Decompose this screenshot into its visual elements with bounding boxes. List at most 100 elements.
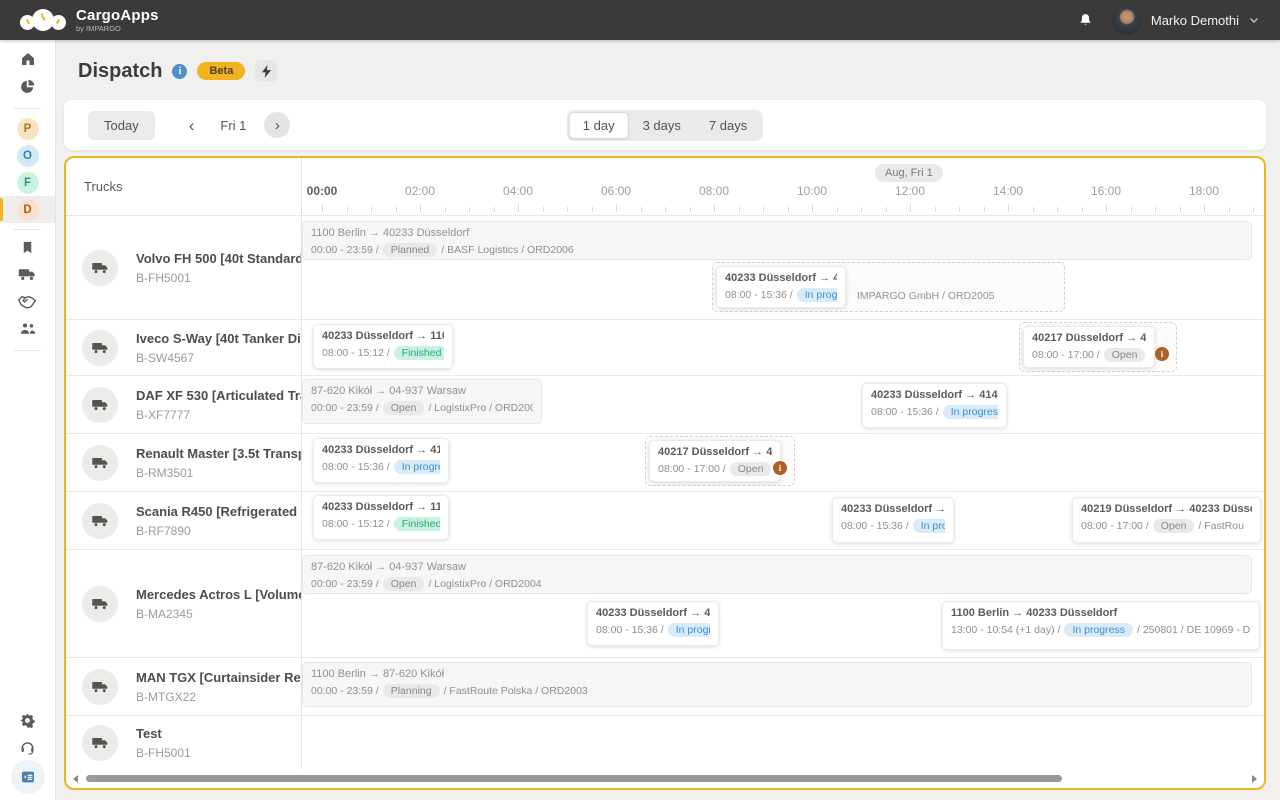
today-button[interactable]: Today — [88, 111, 155, 140]
order-card[interactable]: 87-620 Kikół → 04-937 Warsaw00:00 - 23:5… — [302, 379, 542, 424]
row-timeline: 40233 Düsseldorf → 110008:00 - 15:12 /Fi… — [302, 320, 1264, 375]
order-card[interactable]: 40217 Düsseldorf → 4022708:00 - 17:00 /O… — [649, 440, 781, 482]
sidebar-app-d[interactable]: D — [0, 196, 55, 223]
truck-row: MAN TGX [Curtainsider Regional]B-MTGX221… — [66, 657, 1264, 715]
bell-icon — [1077, 12, 1094, 29]
order-card[interactable]: 40233 Düsseldorf → 4146008:00 - 15:36 /I… — [313, 438, 449, 483]
route-label: 40219 Düsseldorf → 40233 Düsse — [1081, 503, 1252, 515]
sidebar: POFD — [0, 40, 56, 800]
scroll-right-arrow[interactable] — [1252, 775, 1257, 783]
row-timeline — [302, 716, 1264, 769]
sidebar-item-home[interactable] — [0, 48, 55, 75]
truck-icon — [82, 503, 118, 539]
truck-cell[interactable]: DAF XF 530 [Articulated Train LHVB-XF777… — [66, 376, 302, 433]
home-icon — [19, 50, 37, 73]
sidebar-item-team[interactable] — [0, 317, 55, 344]
sidebar-item-settings[interactable] — [0, 709, 55, 736]
status-badge: Open — [730, 462, 772, 476]
cargoapps-logo-icon[interactable] — [20, 6, 66, 34]
route-label: 1100 Berlin → 40233 Düsseldorf — [311, 227, 1243, 239]
sidebar-app-f[interactable]: F — [0, 169, 55, 196]
status-badge: Finished — [394, 517, 440, 531]
order-card[interactable]: 40233 Düsseldorf → 4146008:00 - 15:36 /I… — [862, 383, 1007, 428]
tour-card[interactable]: 40217 Düsseldorf → 40227 08:00 - 17:00 /O… — [1019, 322, 1177, 372]
order-card[interactable]: 40233 Düsseldorf → 4146008:00 - 15:36 /I… — [716, 266, 846, 308]
sidebar-item-support[interactable] — [0, 736, 55, 763]
schedule-label: 08:00 - 15:36 /In progress — [322, 460, 440, 474]
route-label: 40217 Düsseldorf → 40227 — [1032, 332, 1146, 344]
truck-cell[interactable]: Renault Master [3.5t TransporterB-RM3501 — [66, 434, 302, 491]
order-card[interactable]: 40233 Düsseldorf → 4146008:00 - 15:36 /I… — [832, 497, 954, 543]
schedule-label: 13:00 - 10:54 (+1 day) /In progress/ 250… — [951, 623, 1251, 637]
news-icon — [11, 760, 45, 794]
view-7-days[interactable]: 7 days — [695, 112, 761, 139]
info-icon[interactable]: i — [172, 64, 187, 79]
order-card[interactable]: 40217 Düsseldorf → 40227 08:00 - 17:00 /O… — [1023, 326, 1155, 368]
truck-name: Mercedes Actros L [Volume Haul] — [136, 587, 301, 602]
hour-label: 14:00 — [993, 184, 1023, 198]
status-badge: In progress — [1064, 623, 1133, 637]
truck-name: Scania R450 [Refrigerated Distrib — [136, 504, 301, 519]
truck-cell[interactable]: MAN TGX [Curtainsider Regional]B-MTGX22 — [66, 658, 302, 715]
tour-card[interactable]: 40233 Düsseldorf → 4146008:00 - 15:36 /I… — [712, 262, 1065, 312]
status-badge: Open — [1104, 348, 1146, 362]
next-day-button[interactable]: › — [264, 112, 290, 138]
truck-plate: B-RM3501 — [136, 466, 301, 480]
view-3-days[interactable]: 3 days — [629, 112, 695, 139]
view-switcher: 1 day3 days7 days — [567, 110, 763, 141]
prev-day-button[interactable]: ‹ — [189, 117, 195, 134]
tour-card[interactable]: 40217 Düsseldorf → 4022708:00 - 17:00 /O… — [645, 436, 795, 486]
user-menu[interactable]: Marko Demothi — [1112, 5, 1260, 35]
sidebar-item-bookmark[interactable] — [0, 236, 55, 263]
sidebar-item-news[interactable] — [0, 763, 55, 790]
beta-badge: Beta — [197, 62, 245, 80]
scroll-left-arrow[interactable] — [73, 775, 78, 783]
truck-cell[interactable]: Scania R450 [Refrigerated DistribB-RF789… — [66, 492, 302, 549]
schedule-label: 08:00 - 17:00 /Open/ Fa — [658, 462, 772, 476]
truck-icon — [82, 330, 118, 366]
warning-info-icon[interactable]: i — [1155, 347, 1169, 361]
order-card[interactable]: 1100 Berlin → 40233 Düsseldorf13:00 - 10… — [942, 601, 1260, 650]
order-card[interactable]: 1100 Berlin → 40233 Düsseldorf 00:00 - 23… — [302, 221, 1252, 260]
status-badge: Finished — [394, 346, 444, 360]
view-1-day[interactable]: 1 day — [569, 112, 629, 139]
truck-row: Scania R450 [Refrigerated DistribB-RF789… — [66, 491, 1264, 549]
warning-info-icon[interactable]: i — [773, 461, 787, 475]
team-icon — [19, 321, 37, 341]
time-range: 00:00 - 23:59 / — [311, 685, 379, 697]
truck-cell[interactable]: Mercedes Actros L [Volume Haul] B-MA2345 — [66, 550, 302, 657]
sidebar-app-o[interactable]: O — [0, 142, 55, 169]
scrollbar-thumb[interactable] — [86, 775, 1062, 782]
app-letter-badge: P — [17, 118, 39, 140]
order-card[interactable]: 87-620 Kikół → 04-937 Warsaw00:00 - 23:5… — [302, 555, 1252, 594]
hour-label: 02:00 — [405, 184, 435, 198]
time-range: 00:00 - 23:59 / — [311, 244, 379, 256]
schedule-label: 08:00 - 15:36 /In progress — [596, 623, 710, 637]
sidebar-item-pie-chart[interactable] — [0, 75, 55, 102]
order-ref: IMPARGO GmbH / ORD2005 — [857, 290, 995, 302]
day-badge: Aug, Fri 1 — [875, 164, 943, 182]
order-card[interactable]: 1100 Berlin → 87-620 Kikół00:00 - 23:59 … — [302, 662, 1252, 707]
truck-name: DAF XF 530 [Articulated Train LHV — [136, 388, 301, 403]
sidebar-item-handshake[interactable] — [0, 290, 55, 317]
notifications-button[interactable] — [1077, 12, 1094, 29]
sidebar-item-truck[interactable] — [0, 263, 55, 290]
brand-subtitle: by IMPARGO — [76, 25, 159, 33]
route-label: 40233 Düsseldorf → 41460 — [841, 503, 945, 515]
truck-plate: B-MA2345 — [136, 607, 301, 621]
sidebar-app-p[interactable]: P — [0, 115, 55, 142]
time-scale: Aug, Fri 1 00:0002:0004:0006:0008:0010:0… — [302, 158, 1264, 215]
hour-label: 06:00 — [601, 184, 631, 198]
quick-actions-button[interactable] — [255, 60, 277, 82]
order-card[interactable]: 40233 Düsseldorf → 4146008:00 - 15:36 /I… — [587, 601, 719, 646]
truck-cell[interactable]: Iveco S-Way [40t Tanker DistributB-SW456… — [66, 320, 302, 375]
order-card[interactable]: 40233 Düsseldorf → 110008:00 - 15:12 /Fi… — [313, 324, 453, 369]
truck-cell[interactable]: Volvo FH 500 [40t Standard LongB-FH5001 — [66, 216, 302, 319]
schedule-label: 00:00 - 23:59 /Open/ LogistixPro / ORD20… — [311, 401, 533, 415]
order-card[interactable]: 40233 Düsseldorf → 110008:00 - 15:12 /Fi… — [313, 495, 449, 540]
brand-name: CargoApps — [76, 8, 159, 23]
order-card[interactable]: 40219 Düsseldorf → 40233 Düsse08:00 - 17… — [1072, 497, 1261, 543]
truck-cell[interactable]: TestB-FH5001 — [66, 716, 302, 769]
schedule-label: 08:00 - 15:12 /Finished — [322, 517, 440, 531]
schedule-label: 08:00 - 17:00 /Open/ Fa — [1032, 348, 1146, 362]
